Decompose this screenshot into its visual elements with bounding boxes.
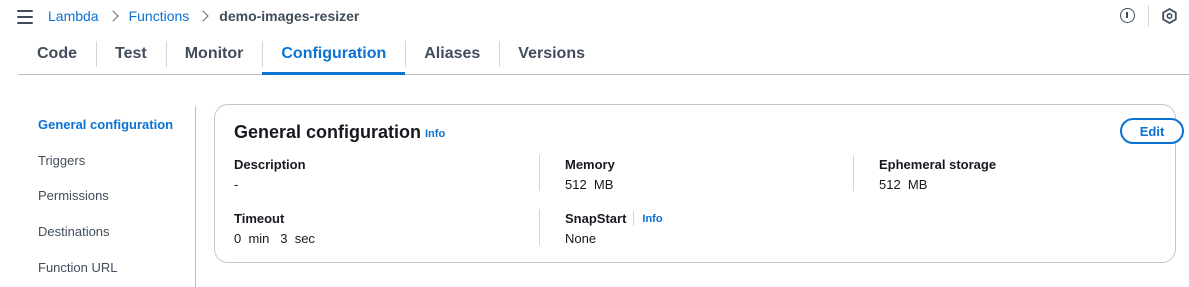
configuration-side-nav: General configuration Triggers Permissio… (0, 106, 196, 287)
general-configuration-card: General configuration Info Edit Descript… (214, 104, 1184, 263)
column-divider (539, 155, 540, 191)
snapstart-label: SnapStart (565, 211, 627, 226)
breadcrumb: Lambda Functions demo-images-resizer (48, 8, 359, 24)
snapstart-label-row: SnapStart Info (565, 211, 663, 226)
breadcrumb-functions[interactable]: Functions (129, 8, 190, 24)
top-navigation-bar: Lambda Functions demo-images-resizer (0, 0, 1189, 34)
ephemeral-storage-label: Ephemeral storage (879, 157, 997, 172)
description-label: Description (234, 157, 306, 172)
timeout-value: 0 min 3 sec (234, 231, 315, 246)
ephemeral-storage-value: 512 MB (879, 177, 928, 192)
snapstart-info-link[interactable]: Info (642, 213, 662, 225)
timeout-label: Timeout (234, 211, 285, 226)
breadcrumb-current: demo-images-resizer (219, 8, 360, 24)
memory-value: 512 MB (565, 177, 614, 192)
column-divider (853, 155, 854, 191)
menu-icon[interactable] (17, 10, 33, 24)
edit-button[interactable]: Edit (1120, 118, 1184, 144)
settings-hexagon-icon[interactable] (1162, 8, 1177, 24)
divider (633, 211, 635, 226)
nav-item-destinations[interactable]: Destinations (38, 224, 110, 239)
divider (1148, 5, 1149, 27)
snapstart-field: SnapStart Info None (565, 211, 663, 246)
ephemeral-storage-field: Ephemeral storage 512 MB (879, 157, 996, 192)
tab-aliases[interactable]: Aliases (405, 34, 499, 74)
nav-item-function-url[interactable]: Function URL (38, 260, 117, 275)
card-title: General configuration (234, 122, 422, 142)
memory-label: Memory (565, 157, 615, 172)
breadcrumb-lambda[interactable]: Lambda (48, 8, 99, 24)
column-divider (539, 209, 540, 245)
tab-versions[interactable]: Versions (499, 34, 604, 74)
memory-field: Memory 512 MB (565, 157, 615, 192)
tab-monitor[interactable]: Monitor (165, 34, 263, 74)
snapstart-value: None (565, 231, 597, 246)
description-value: - (234, 177, 239, 192)
nav-item-permissions[interactable]: Permissions (38, 188, 109, 203)
nav-item-triggers[interactable]: Triggers (38, 153, 85, 168)
nav-item-general-configuration[interactable]: General configuration (38, 117, 173, 132)
chevron-right-icon (106, 10, 119, 22)
description-field: Description - (234, 157, 306, 192)
tab-test[interactable]: Test (96, 34, 166, 74)
chevron-right-icon (197, 10, 209, 22)
tab-code[interactable]: Code (18, 34, 96, 74)
tab-configuration[interactable]: Configuration (262, 34, 406, 75)
tab-bar: Code Test Monitor Configuration Aliases … (18, 34, 1189, 75)
info-icon[interactable] (1120, 8, 1135, 23)
card-info-link[interactable]: Info (425, 128, 445, 140)
timeout-field: Timeout 0 min 3 sec (234, 211, 315, 246)
